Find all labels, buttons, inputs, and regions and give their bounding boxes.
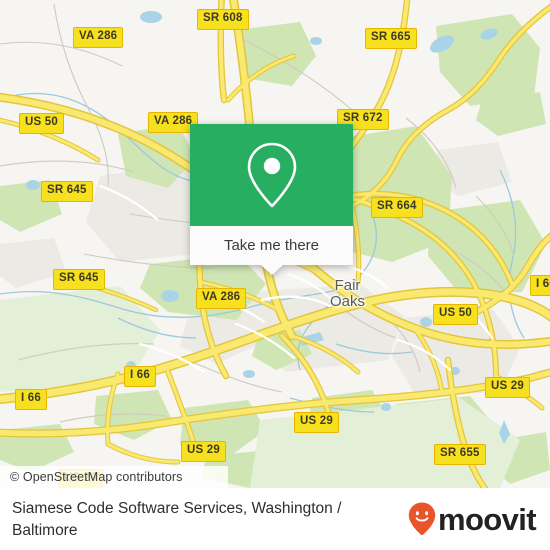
location-title: Siamese Code Software Services, Washingt…	[12, 500, 342, 539]
take-me-there-label: Take me there	[223, 237, 320, 254]
shield-us-50-west: US 50	[19, 113, 64, 134]
shield-sr-645-lower: SR 645	[53, 269, 105, 290]
card-footer: Siamese Code Software Services, Washingt…	[0, 488, 550, 550]
place-label-line: Fair	[334, 277, 361, 294]
shield-us-50-east: US 50	[433, 304, 478, 325]
shield-us-29-mid: US 29	[294, 412, 339, 433]
moovit-logo[interactable]: moovit	[407, 500, 537, 538]
moovit-pin-icon	[408, 502, 436, 536]
shield-i-66-mid: I 66	[124, 366, 156, 387]
shield-sr-664: SR 664	[371, 197, 423, 218]
shield-sr-665: SR 665	[365, 28, 417, 49]
shield-va-286-lower: VA 286	[196, 288, 247, 309]
shield-sr-645-upper: SR 645	[41, 181, 93, 202]
popup-header	[190, 124, 353, 226]
shield-va-286-north: VA 286	[73, 27, 124, 48]
location-popup[interactable]: Take me there	[190, 124, 353, 275]
take-me-there-button[interactable]: Take me there	[190, 226, 353, 265]
popup-tail	[260, 265, 283, 275]
shield-us-29-left: US 29	[181, 441, 226, 462]
shield-us-29-right: US 29	[485, 377, 530, 398]
shield-sr-655: SR 655	[434, 444, 486, 465]
attribution-text: © OpenStreetMap contributors	[10, 470, 183, 484]
moovit-wordmark: moovit	[437, 501, 537, 537]
moovit-map-card: SR 608 SR 665 VA 286 US 50 VA 286 SR 672 SR 64…	[0, 0, 550, 550]
map-canvas[interactable]: SR 608 SR 665 VA 286 US 50 VA 286 SR 672 SR 64…	[0, 0, 550, 488]
shield-i-66-left: I 66	[15, 389, 47, 410]
shield-sr-608: SR 608	[197, 9, 249, 30]
place-label-fair-oaks: Fair Oaks	[330, 278, 365, 310]
place-label-line: Oaks	[330, 293, 366, 310]
map-attribution[interactable]: © OpenStreetMap contributors	[0, 466, 228, 488]
shield-i-66-right: I 66	[530, 275, 550, 296]
location-pin-icon	[247, 142, 296, 208]
